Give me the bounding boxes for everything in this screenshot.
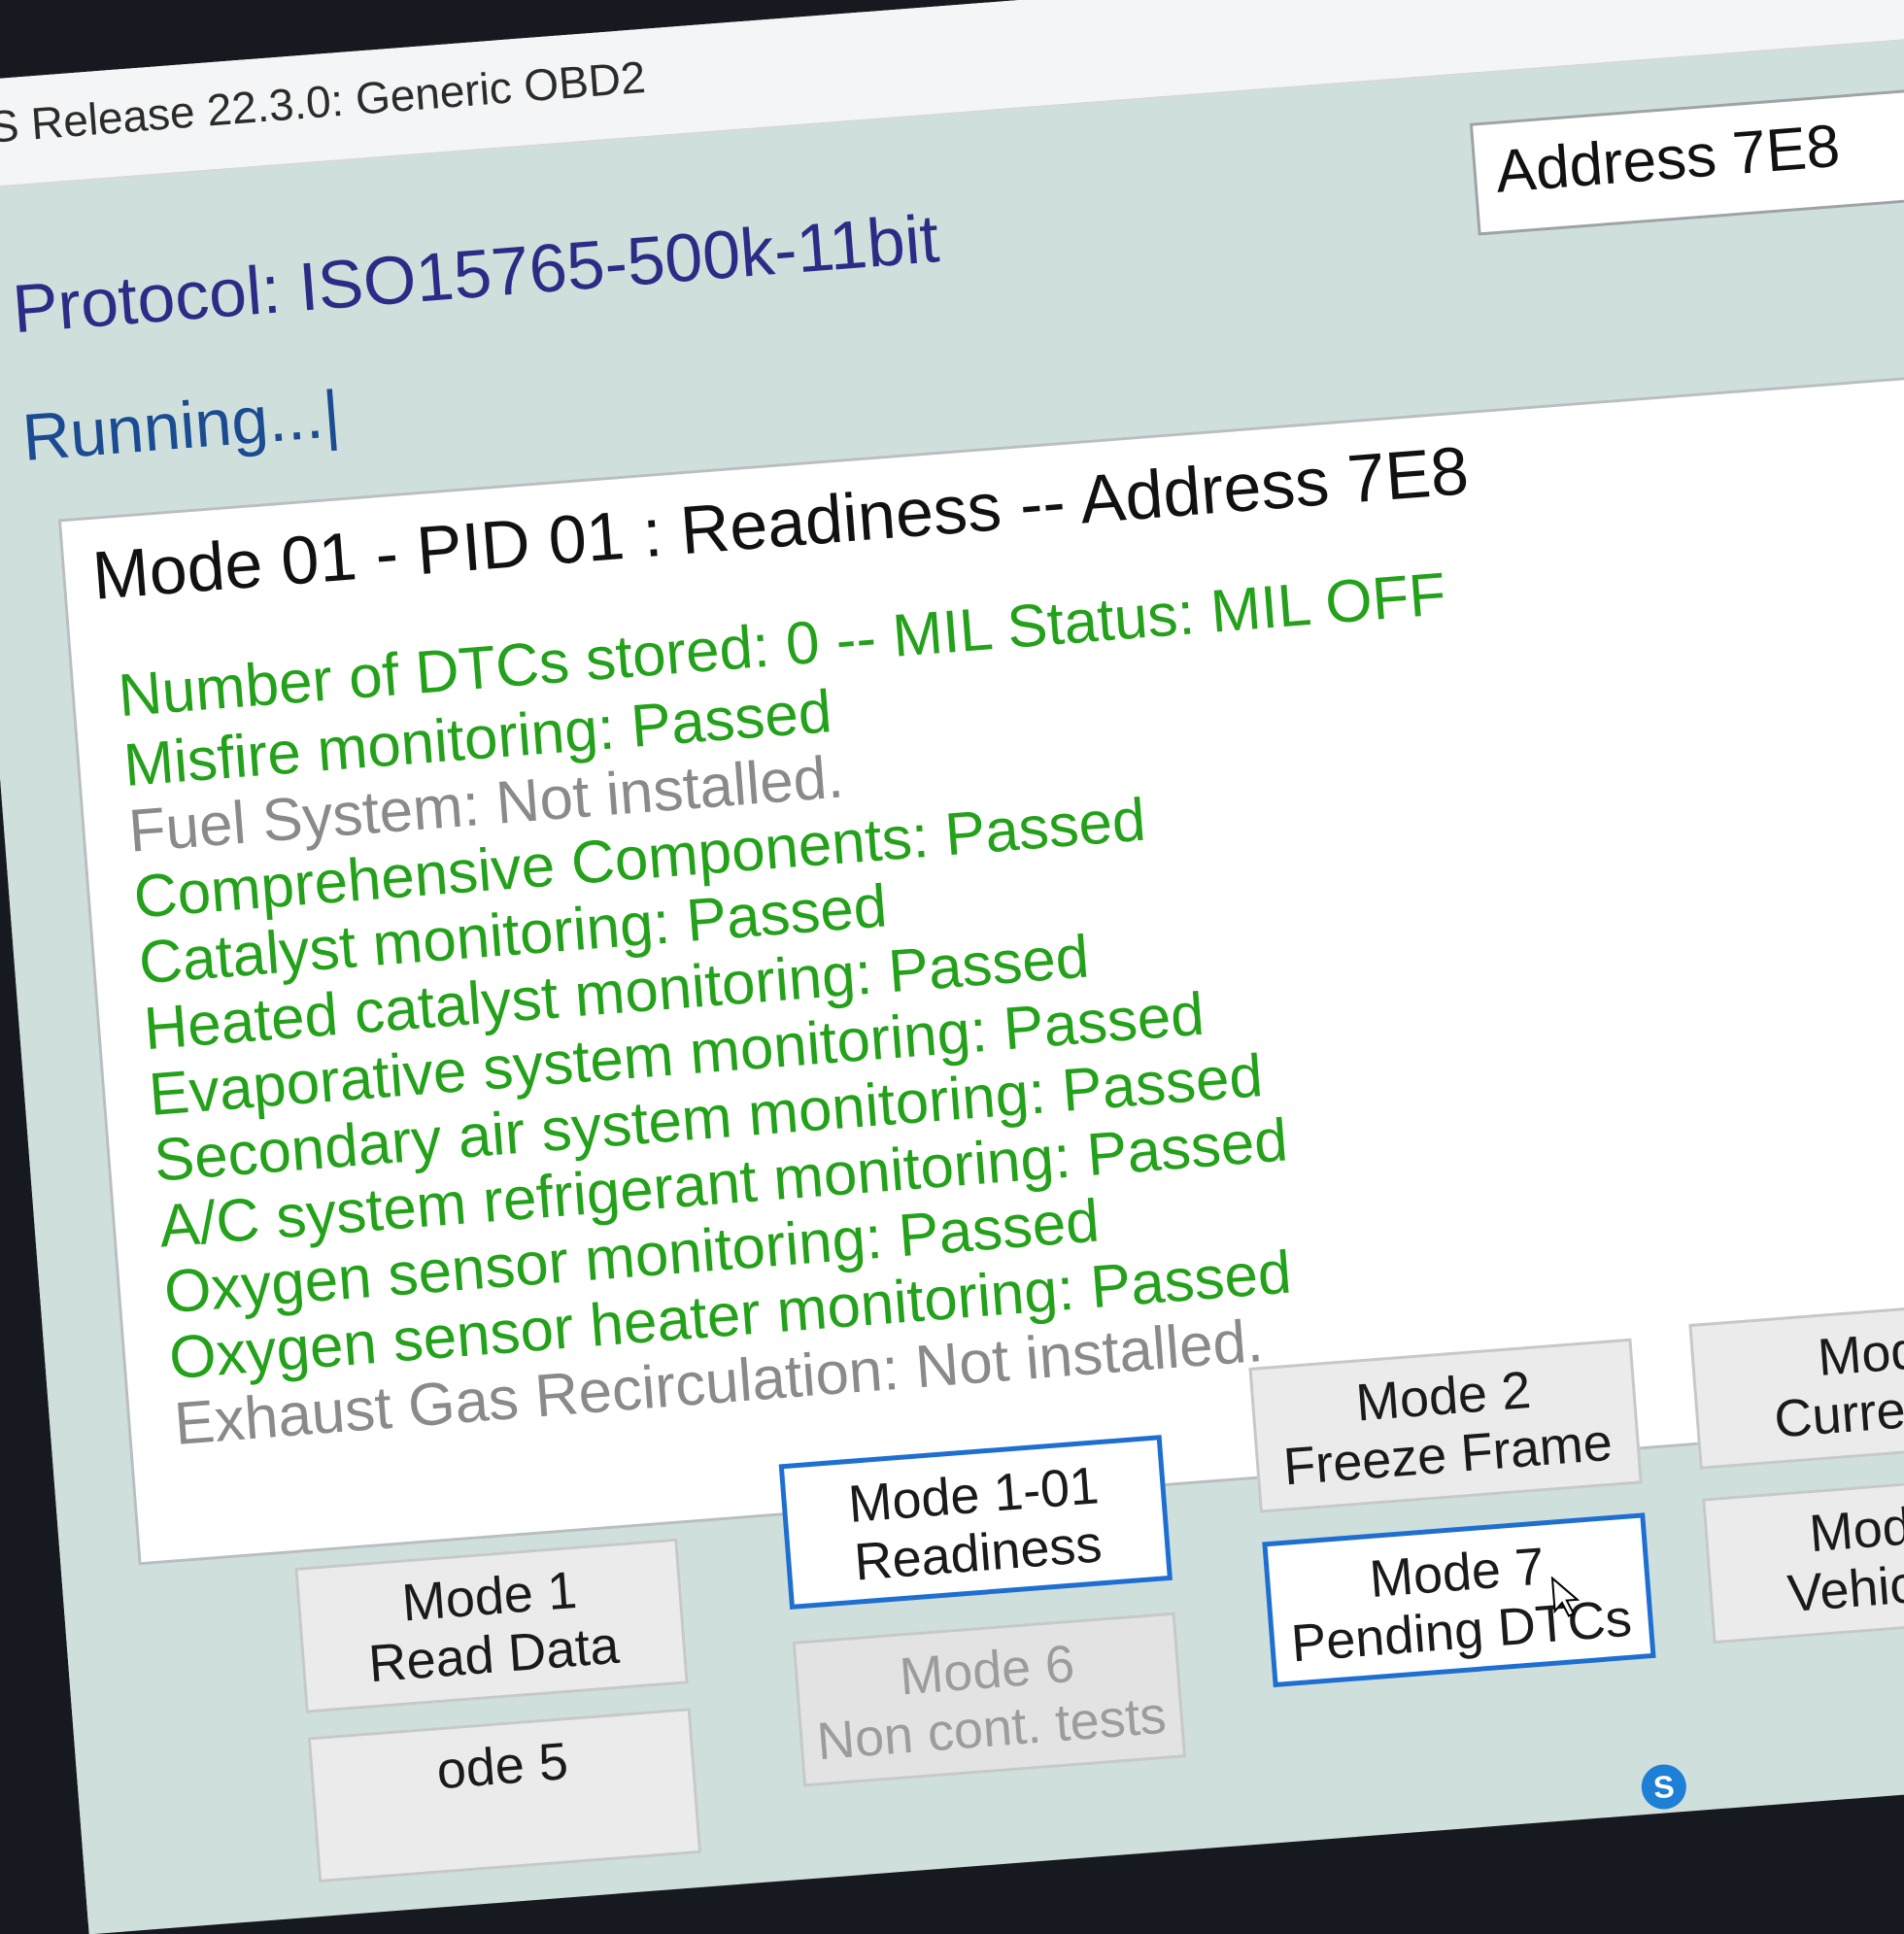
address-field[interactable]: Address 7E8 xyxy=(1469,87,1904,236)
mode5-button[interactable]: ode 5 xyxy=(307,1708,702,1883)
button-label: ode 5 xyxy=(434,1732,570,1801)
address-value: Address 7E8 xyxy=(1493,112,1843,206)
mode2-freeze-frame-button[interactable]: Mode 2 Freeze Frame xyxy=(1248,1338,1643,1513)
monitor-list: Number of DTCs stored: 0 -- MIL Status: … xyxy=(116,560,1504,1458)
status-label: Running...| xyxy=(19,377,343,475)
app-window: S Release 22.3.0: Generic OBD2 Protocol:… xyxy=(0,0,1904,1934)
window-title: S Release 22.3.0: Generic OBD2 xyxy=(0,51,648,153)
mode6-non-cont-tests-button[interactable]: Mode 6 Non cont. tests xyxy=(792,1612,1187,1787)
mouse-pointer-icon xyxy=(1550,1576,1581,1617)
skype-icon[interactable]: S xyxy=(1640,1762,1688,1812)
protocol-label: Protocol: ISO15765-500k-11bit xyxy=(10,200,942,348)
mode3-current-dtcs-button[interactable]: Mode Current D xyxy=(1688,1294,1904,1470)
mode9-vehicle-info-button[interactable]: Mode 9 Vehicle In xyxy=(1702,1469,1904,1645)
mode1-read-data-button[interactable]: Mode 1 Read Data xyxy=(294,1538,689,1713)
mode1-01-readiness-button[interactable]: Mode 1-01 Readiness xyxy=(778,1435,1173,1611)
main-content: Protocol: ISO15765-500k-11bit Running...… xyxy=(0,30,1904,1934)
mode7-pending-dtcs-button[interactable]: Mode 7 Pending DTCs xyxy=(1262,1512,1656,1688)
